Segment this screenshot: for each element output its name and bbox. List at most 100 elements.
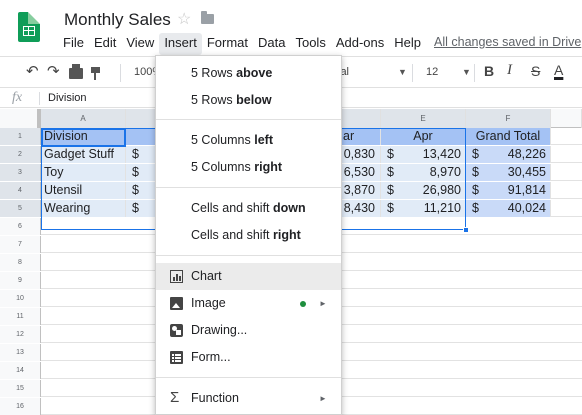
menu-divider (156, 187, 341, 188)
sheets-logo-icon[interactable] (18, 12, 40, 42)
save-status-link[interactable]: All changes saved in Drive (434, 35, 581, 49)
menu-format[interactable]: Format (202, 33, 253, 55)
row-header[interactable]: 7 (0, 236, 41, 253)
strikethrough-button[interactable]: S (531, 63, 540, 79)
insert-menu-dropdown: 5 Rows above 5 Rows below 5 Columns left… (155, 55, 342, 415)
folder-icon[interactable] (201, 11, 214, 24)
row-header[interactable]: 2 (0, 146, 41, 163)
menu-bar: File Edit View Insert Format Data Tools … (58, 33, 426, 55)
bold-button[interactable]: B (484, 63, 494, 79)
menu-item-drawing[interactable]: Drawing... (156, 317, 341, 344)
row-header[interactable]: 1 (0, 128, 41, 145)
row-header[interactable]: 6 (0, 218, 41, 235)
cell-division[interactable]: Toy (41, 164, 126, 181)
chart-icon (170, 270, 183, 283)
submenu-arrow-icon: ► (319, 394, 327, 403)
menu-item-image[interactable]: Image ► (156, 290, 341, 317)
column-header-a[interactable]: A (41, 109, 126, 128)
menu-item-rows-above[interactable]: 5 Rows above (156, 60, 341, 87)
row-header[interactable]: 14 (0, 362, 41, 379)
cell-division[interactable]: Gadget Stuff (41, 146, 126, 163)
redo-icon[interactable]: ↷ (47, 62, 60, 80)
menu-file[interactable]: File (58, 33, 89, 55)
menu-item-columns-left[interactable]: 5 Columns left (156, 127, 341, 154)
menu-help[interactable]: Help (389, 33, 426, 55)
column-header-g[interactable] (551, 109, 582, 128)
row-header[interactable]: 15 (0, 380, 41, 397)
column-header-d[interactable] (340, 109, 381, 128)
cell-mar[interactable]: 3,870 (340, 182, 381, 199)
menu-divider (156, 377, 341, 378)
cell-apr-header[interactable]: Apr (381, 128, 466, 145)
menu-item-columns-right[interactable]: 5 Columns right (156, 154, 341, 181)
menu-item-function[interactable]: Σ Function ► (156, 385, 341, 412)
form-icon (170, 351, 183, 364)
cell-apr[interactable]: 13,420 (400, 146, 466, 163)
paint-format-icon[interactable] (91, 67, 100, 80)
row-header[interactable]: 9 (0, 272, 41, 289)
print-icon[interactable] (69, 64, 83, 79)
column-header-e[interactable]: E (381, 109, 466, 128)
font-size-select[interactable]: 12 (426, 66, 438, 78)
row-header[interactable]: 13 (0, 344, 41, 361)
menu-view[interactable]: View (121, 33, 159, 55)
row-header[interactable]: 11 (0, 308, 41, 325)
row-header[interactable]: 4 (0, 182, 41, 199)
menu-addons[interactable]: Add-ons (331, 33, 389, 55)
new-feature-dot (300, 301, 306, 307)
cell-division[interactable]: Utensil (41, 182, 126, 199)
function-icon: Σ (170, 389, 180, 406)
cell-grand-total[interactable]: 91,814 (485, 182, 551, 199)
menu-tools[interactable]: Tools (290, 33, 330, 55)
row-header[interactable]: 16 (0, 398, 41, 415)
document-title[interactable]: Monthly Sales (64, 10, 171, 30)
chevron-down-icon[interactable]: ▼ (398, 67, 407, 77)
toolbar-divider (412, 64, 413, 82)
image-icon (170, 297, 183, 310)
chevron-down-icon[interactable]: ▼ (462, 67, 471, 77)
cell-division[interactable]: Wearing (41, 200, 126, 217)
menu-divider (156, 119, 341, 120)
menu-item-shift-right[interactable]: Cells and shift right (156, 222, 341, 249)
cell-apr[interactable]: 26,980 (400, 182, 466, 199)
row-header[interactable]: 12 (0, 326, 41, 343)
cell-grand-total[interactable]: 30,455 (485, 164, 551, 181)
menu-divider (156, 255, 341, 256)
cell-mar[interactable]: 8,430 (340, 200, 381, 217)
menu-item-form[interactable]: Form... (156, 344, 341, 371)
fill-handle[interactable] (463, 227, 469, 233)
cell-division-header[interactable]: Division (41, 128, 126, 145)
text-color-button[interactable]: A (554, 62, 563, 78)
formula-input[interactable]: Division (48, 92, 87, 104)
select-all-corner[interactable] (0, 109, 41, 128)
menu-data[interactable]: Data (253, 33, 290, 55)
cell-grand-total[interactable]: 48,226 (485, 146, 551, 163)
menu-item-shift-down[interactable]: Cells and shift down (156, 195, 341, 222)
menu-insert[interactable]: Insert (159, 33, 202, 55)
row-header[interactable]: 8 (0, 254, 41, 271)
cell-apr[interactable]: 8,970 (400, 164, 466, 181)
toolbar-divider (120, 64, 121, 82)
fx-icon: fx (12, 90, 23, 105)
column-header-f[interactable]: F (466, 109, 551, 128)
toolbar-divider (474, 64, 475, 82)
row-header[interactable]: 3 (0, 164, 41, 181)
star-icon[interactable]: ☆ (177, 9, 191, 29)
menu-edit[interactable]: Edit (89, 33, 121, 55)
menu-item-rows-below[interactable]: 5 Rows below (156, 87, 341, 114)
row-header[interactable]: 10 (0, 290, 41, 307)
cell-grand-total[interactable]: 40,024 (485, 200, 551, 217)
cell-grand-total-header[interactable]: Grand Total (466, 128, 551, 145)
cell-mar-header[interactable]: ar (340, 128, 381, 145)
cell-mar[interactable]: 6,530 (340, 164, 381, 181)
cell-apr[interactable]: 11,210 (400, 200, 466, 217)
undo-icon[interactable]: ↶ (26, 62, 39, 80)
row-header[interactable]: 5 (0, 200, 41, 217)
italic-button[interactable]: I (507, 62, 512, 79)
cell-mar[interactable]: 0,830 (340, 146, 381, 163)
drawing-icon (170, 324, 183, 337)
app-header: Monthly Sales ☆ File Edit View Insert Fo… (0, 0, 582, 55)
formula-divider (39, 92, 40, 105)
submenu-arrow-icon: ► (319, 299, 327, 308)
menu-item-chart[interactable]: Chart (156, 263, 341, 290)
